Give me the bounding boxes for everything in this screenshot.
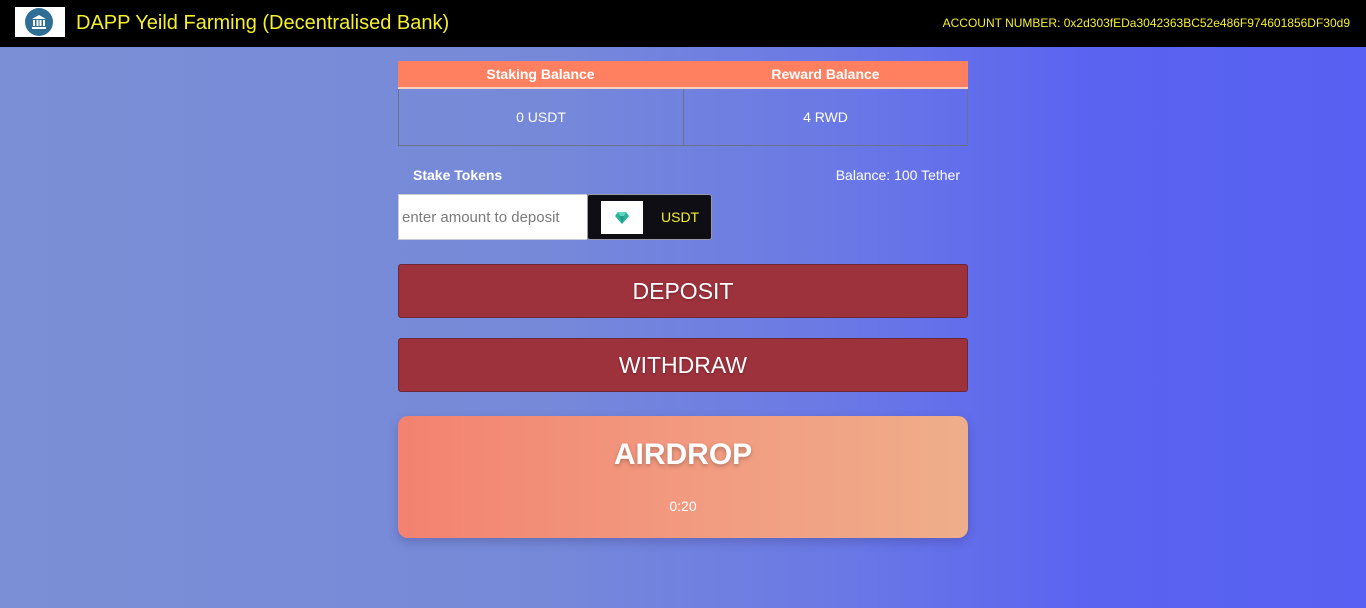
navbar: DAPP Yeild Farming (Decentralised Bank) …: [0, 0, 1366, 47]
brand-title[interactable]: DAPP Yeild Farming (Decentralised Bank): [76, 11, 449, 35]
withdraw-button[interactable]: WITHDRAW: [398, 338, 968, 392]
deposit-button[interactable]: DEPOSIT: [398, 264, 968, 318]
deposit-amount-input[interactable]: [398, 194, 587, 240]
reward-balance-value: 4 RWD: [683, 89, 967, 145]
stake-tokens-label: Stake Tokens: [413, 167, 503, 183]
staking-balance-header: Staking Balance: [486, 66, 595, 82]
airdrop-timer: 0:20: [669, 498, 697, 514]
account-number: ACCOUNT NUMBER: 0x2d303fEDa3042363BC52e4…: [942, 16, 1350, 30]
wallet-balance: Balance: 100 Tether: [835, 167, 960, 183]
diamond-icon: [615, 211, 629, 224]
balance-table-header: Staking Balance Reward Balance: [398, 61, 968, 89]
logo[interactable]: [15, 7, 65, 37]
token-icon-container: [601, 201, 643, 234]
token-label: USDT: [661, 209, 700, 225]
airdrop-card: AIRDROP 0:20: [398, 416, 968, 538]
reward-balance-header: Reward Balance: [771, 66, 880, 82]
staking-balance-value: 0 USDT: [516, 109, 566, 125]
airdrop-title: AIRDROP: [613, 438, 753, 471]
token-selector[interactable]: USDT: [587, 194, 712, 240]
bank-icon: [25, 8, 53, 36]
balance-table-row: 0 USDT 4 RWD: [398, 89, 968, 146]
balance-table: Staking Balance Reward Balance 0 USDT 4 …: [398, 61, 968, 146]
